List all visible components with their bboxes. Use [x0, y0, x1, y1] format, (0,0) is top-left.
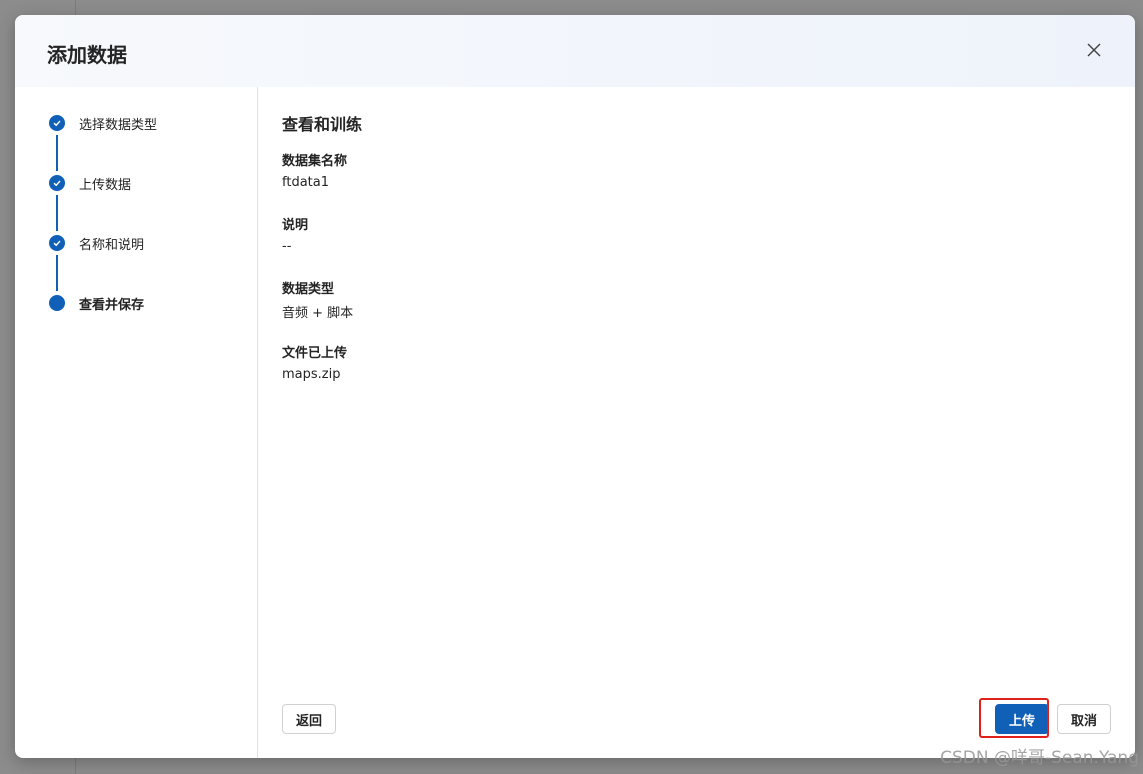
description-label: 说明 — [282, 218, 309, 233]
step-label: 查看并保存 — [79, 297, 145, 313]
step-upload-data[interactable]: 上传数据 — [49, 173, 131, 193]
cancel-button[interactable]: 取消 — [1057, 704, 1111, 734]
step-select-data-type[interactable]: 选择数据类型 — [49, 113, 157, 133]
data-type-label: 数据类型 — [282, 282, 335, 297]
dataset-name-value: ftdata1 — [282, 175, 329, 190]
wizard-steps: 选择数据类型 上传数据 名称和说明 查看并保存 — [15, 87, 258, 758]
close-button[interactable] — [1083, 39, 1105, 61]
add-data-dialog: 添加数据 选择数据类型 上传数据 名称和说明 查看并保存 查看和训练 数据集名称… — [15, 15, 1135, 758]
step-label: 选择数据类型 — [79, 117, 158, 133]
dialog-title: 添加数据 — [47, 43, 127, 67]
review-panel: 查看和训练 数据集名称 ftdata1 说明 -- 数据类型 音频 + 脚本 文… — [282, 87, 1135, 758]
data-type-value: 音频 + 脚本 — [282, 306, 354, 321]
step-connector — [56, 195, 58, 231]
watermark: CSDN @咩哥-Sean.Yang — [940, 748, 1139, 768]
step-label: 名称和说明 — [79, 237, 145, 253]
step-connector — [56, 255, 58, 291]
checkmark-icon — [49, 235, 65, 251]
back-button[interactable]: 返回 — [282, 704, 336, 734]
step-name-description[interactable]: 名称和说明 — [49, 233, 144, 253]
step-connector — [56, 135, 58, 171]
dialog-header: 添加数据 — [15, 15, 1135, 87]
uploaded-file-value: maps.zip — [282, 367, 341, 382]
description-value: -- — [282, 239, 292, 254]
step-review-save[interactable]: 查看并保存 — [49, 293, 144, 313]
checkmark-icon — [49, 115, 65, 131]
current-step-dot-icon — [49, 295, 65, 311]
step-label: 上传数据 — [79, 177, 132, 193]
uploaded-file-label: 文件已上传 — [282, 346, 348, 361]
checkmark-icon — [49, 175, 65, 191]
close-icon — [1087, 43, 1101, 57]
upload-button[interactable]: 上传 — [995, 704, 1049, 734]
dataset-name-label: 数据集名称 — [282, 154, 348, 169]
review-title: 查看和训练 — [282, 115, 363, 134]
